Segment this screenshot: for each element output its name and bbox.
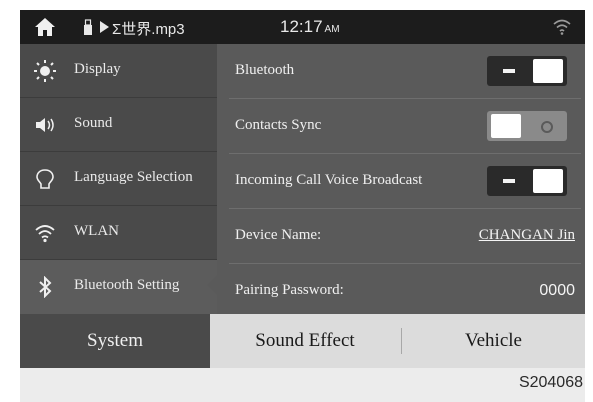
settings-sidebar: Display Sound Language Selection WLAN Bl… [20,44,217,314]
sidebar-item-label: Display [74,61,121,77]
sidebar-item-display[interactable]: Display [20,44,217,97]
bottom-tab-bar: System Sound Effect Vehicle [20,314,585,368]
status-bar: Σ世界.mp3 12:17 AM [20,10,585,44]
toggle-knob [533,59,563,83]
language-icon [36,169,54,189]
sidebar-item-label: Bluetooth Setting [74,277,180,293]
infotainment-screen: Σ世界.mp3 12:17 AM Display Sound Language … [20,10,585,368]
play-icon[interactable] [99,21,109,33]
tab-sound-effect[interactable]: Sound Effect [210,314,400,368]
incoming-call-label: Incoming Call Voice Broadcast [235,172,423,188]
home-icon[interactable] [34,17,56,37]
device-name-label: Device Name: [235,227,322,243]
toggle-knob [533,169,563,193]
figure-code: S204068 [518,374,583,391]
wifi-status-icon [553,19,571,35]
contacts-sync-row: Contacts Sync [217,99,585,153]
sun-icon [34,60,56,82]
selection-pointer [207,275,217,295]
toggle-knob [491,114,521,138]
device-name-row: Device Name: CHANGAN Jin [217,209,585,263]
bluetooth-label: Bluetooth [235,62,295,78]
sidebar-item-label: Sound [74,115,113,131]
bluetooth-row: Bluetooth [217,44,585,98]
incoming-call-row: Incoming Call Voice Broadcast [217,154,585,208]
sidebar-item-label: WLAN [74,223,119,239]
contacts-sync-label: Contacts Sync [235,117,322,133]
bluetooth-toggle[interactable] [487,56,567,86]
sidebar-item-bluetooth[interactable]: Bluetooth Setting [20,260,217,314]
pairing-password-row: Pairing Password: 0000 [217,264,585,318]
sidebar-item-language[interactable]: Language Selection [20,152,217,205]
incoming-call-toggle[interactable] [487,166,567,196]
off-mark [541,121,553,133]
sidebar-item-wlan[interactable]: WLAN [20,206,217,259]
bluetooth-settings-panel: Bluetooth Contacts Sync Incoming Call Vo… [217,44,585,314]
usb-icon [84,19,92,35]
sidebar-item-sound[interactable]: Sound [20,98,217,151]
caption-strip [20,368,585,402]
sidebar-item-label: Language Selection [74,169,193,185]
wifi-icon [35,225,55,243]
on-mark [503,179,515,183]
tab-system[interactable]: System [20,314,210,368]
pairing-password-label: Pairing Password: [235,282,344,298]
on-mark [503,69,515,73]
contacts-sync-toggle[interactable] [487,111,567,141]
track-name: Σ世界.mp3 [112,21,185,38]
pairing-password-value[interactable]: 0000 [539,282,575,300]
bluetooth-icon [39,276,52,298]
device-name-value[interactable]: CHANGAN Jin [479,227,575,244]
clock: 12:17 AM [280,17,340,36]
tab-vehicle[interactable]: Vehicle [402,314,585,368]
speaker-icon [36,118,54,132]
